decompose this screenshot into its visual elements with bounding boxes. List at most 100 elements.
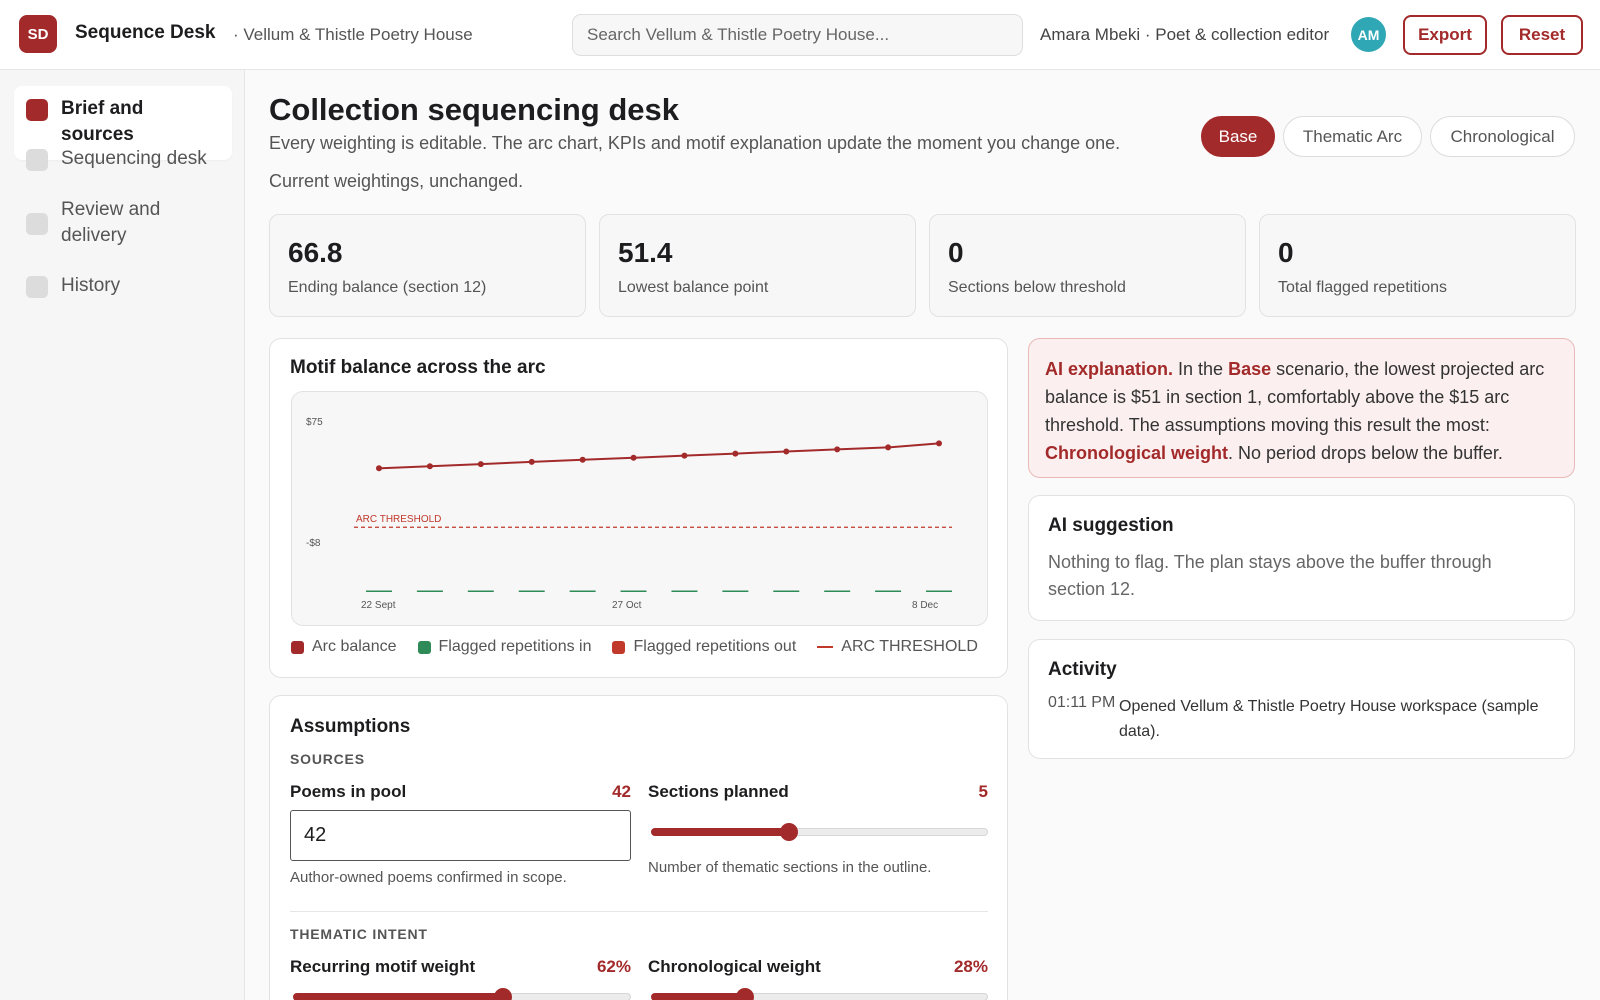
bar-flagged-in [671, 590, 698, 592]
data-point-arc-balance [681, 452, 688, 459]
export-button[interactable]: Export [1403, 15, 1487, 55]
sections-planned-value: 5 [978, 782, 988, 801]
sidebar-item-label: Sequencing desk [61, 148, 207, 169]
poems-in-pool-input[interactable] [290, 810, 631, 861]
legend-label: Flagged repetitions in [438, 638, 592, 655]
data-point-arc-balance [426, 463, 433, 470]
slider-fill [651, 993, 746, 1000]
section-label-thematic-intent: THEMATIC INTENT [290, 926, 428, 942]
kpi-value: 0 [1278, 237, 1294, 268]
chart-legend: Arc balance Flagged repetitions in Flagg… [291, 638, 999, 656]
x-tick-label: 8 Dec [912, 600, 938, 611]
motif-weight-label: Recurring motif weight [290, 957, 476, 976]
ai-explanation-driver: Chronological weight [1045, 443, 1228, 463]
sidebar-item-history[interactable]: History [14, 263, 232, 311]
activity-card: Activity 01:11 PM Opened Vellum & Thistl… [1028, 639, 1575, 759]
divider [290, 911, 988, 912]
status-text: Current weightings, unchanged. [269, 171, 524, 191]
chronological-weight-slider[interactable] [651, 988, 988, 1000]
nav-status-icon [26, 213, 48, 235]
ai-suggestion-title: AI suggestion [1048, 515, 1174, 536]
poems-in-pool-label: Poems in pool [290, 782, 407, 801]
x-tick-label: 22 Sept [361, 600, 396, 611]
kpi-sections-below-threshold: 0 Sections below threshold [929, 214, 1246, 317]
activity-title: Activity [1048, 659, 1117, 680]
avatar[interactable]: AM [1351, 17, 1386, 52]
sidebar-item-review-and-delivery[interactable]: Review and delivery [14, 187, 214, 261]
arc-chart: $75 -$8 ARC THRESHOLD 22 Sept 27 Oct 8 Dec [306, 417, 952, 611]
ai-explanation-text: In the [1173, 359, 1229, 379]
scenario-thematic-arc-button[interactable]: Thematic Arc [1283, 116, 1422, 157]
x-tick-label: 27 Oct [612, 600, 642, 611]
series-line-arc-balance [378, 442, 940, 470]
legend-swatch [612, 640, 626, 654]
bar-flagged-in [926, 590, 952, 592]
nav-status-icon [26, 149, 48, 171]
ai-suggestion-text: Nothing to flag. The plan stays above th… [1048, 552, 1492, 599]
page-title: Collection sequencing desk [269, 92, 679, 127]
data-point-arc-balance [477, 461, 484, 468]
data-point-arc-balance [732, 450, 739, 457]
kpi-value: 0 [948, 237, 964, 268]
data-point-arc-balance [834, 446, 841, 453]
bar-flagged-in [518, 590, 545, 592]
data-point-arc-balance [885, 444, 892, 451]
bar-flagged-in [416, 590, 443, 592]
kpi-value: 51.4 [618, 237, 673, 268]
top-bar: SD Sequence Desk · Vellum & Thistle Poet… [0, 0, 1600, 70]
user-name: Amara Mbeki · Poet & collection editor [1040, 25, 1330, 44]
legend-swatch [417, 640, 431, 654]
slider-thumb[interactable] [493, 988, 512, 1000]
legend-label: Flagged repetitions out [633, 638, 797, 655]
search-input[interactable] [572, 14, 1023, 56]
legend-item-arc-balance: Arc balance [291, 638, 397, 656]
data-point-arc-balance [376, 465, 382, 472]
chart-title: Motif balance across the arc [290, 357, 546, 378]
kpi-value: 66.8 [288, 237, 343, 268]
data-point-arc-balance [936, 440, 942, 447]
legend-label: Arc balance [312, 638, 397, 655]
slider-thumb[interactable] [780, 823, 799, 841]
motif-weight-value: 62% [596, 957, 631, 976]
ai-explanation-lead: AI explanation. [1045, 359, 1174, 379]
reset-button[interactable]: Reset [1501, 15, 1583, 55]
scenario-base-button[interactable]: Base [1201, 116, 1275, 157]
nav-status-icon [26, 276, 48, 298]
bar-flagged-in [569, 590, 596, 592]
bar-flagged-in [875, 590, 902, 592]
kpi-flagged-repetitions: 0 Total flagged repetitions [1259, 214, 1576, 317]
kpi-ending-balance: 66.8 Ending balance (section 12) [269, 214, 586, 317]
data-point-arc-balance [630, 454, 637, 461]
legend-swatch [291, 640, 304, 654]
assumptions-title: Assumptions [290, 716, 411, 737]
activity-timestamp: 01:11 PM [1048, 694, 1116, 711]
poems-help-text: Author-owned poems confirmed in scope. [290, 869, 567, 886]
sections-planned-label: Sections planned [648, 782, 789, 801]
workspace-name: · Vellum & Thistle Poetry House [233, 25, 473, 44]
sections-help-text: Number of thematic sections in the outli… [648, 859, 932, 876]
motif-weight-slider[interactable] [293, 988, 631, 1000]
chart-area: $75 -$8 ARC THRESHOLD 22 Sept 27 Oct 8 Dec [291, 391, 988, 626]
kpi-label: Ending balance (section 12) [288, 279, 487, 296]
kpi-label: Sections below threshold [948, 279, 1126, 296]
chronological-weight-value: 28% [953, 957, 988, 976]
bar-flagged-in [620, 590, 647, 592]
sidebar: Brief and sources Sequencing desk Review… [0, 70, 245, 1000]
slider-fill [651, 828, 790, 836]
chronological-weight-label: Chronological weight [648, 957, 821, 976]
threshold-label: ARC THRESHOLD [356, 514, 441, 525]
section-label-sources: SOURCES [290, 751, 365, 767]
sidebar-item-sequencing-desk[interactable]: Sequencing desk [14, 136, 232, 184]
poems-in-pool-value: 42 [612, 782, 631, 801]
nav-status-icon [26, 99, 48, 121]
legend-label: ARC THRESHOLD [841, 638, 978, 655]
data-point-arc-balance [528, 458, 535, 465]
data-point-arc-balance [783, 448, 790, 455]
app-logo: SD [19, 15, 57, 53]
sidebar-item-label: History [61, 275, 121, 296]
sidebar-item-label: Review and delivery [61, 199, 161, 246]
sections-planned-slider[interactable] [651, 823, 988, 841]
scenario-chronological-button[interactable]: Chronological [1430, 116, 1575, 157]
slider-thumb[interactable] [736, 988, 755, 1000]
kpi-lowest-balance: 51.4 Lowest balance point [599, 214, 916, 317]
